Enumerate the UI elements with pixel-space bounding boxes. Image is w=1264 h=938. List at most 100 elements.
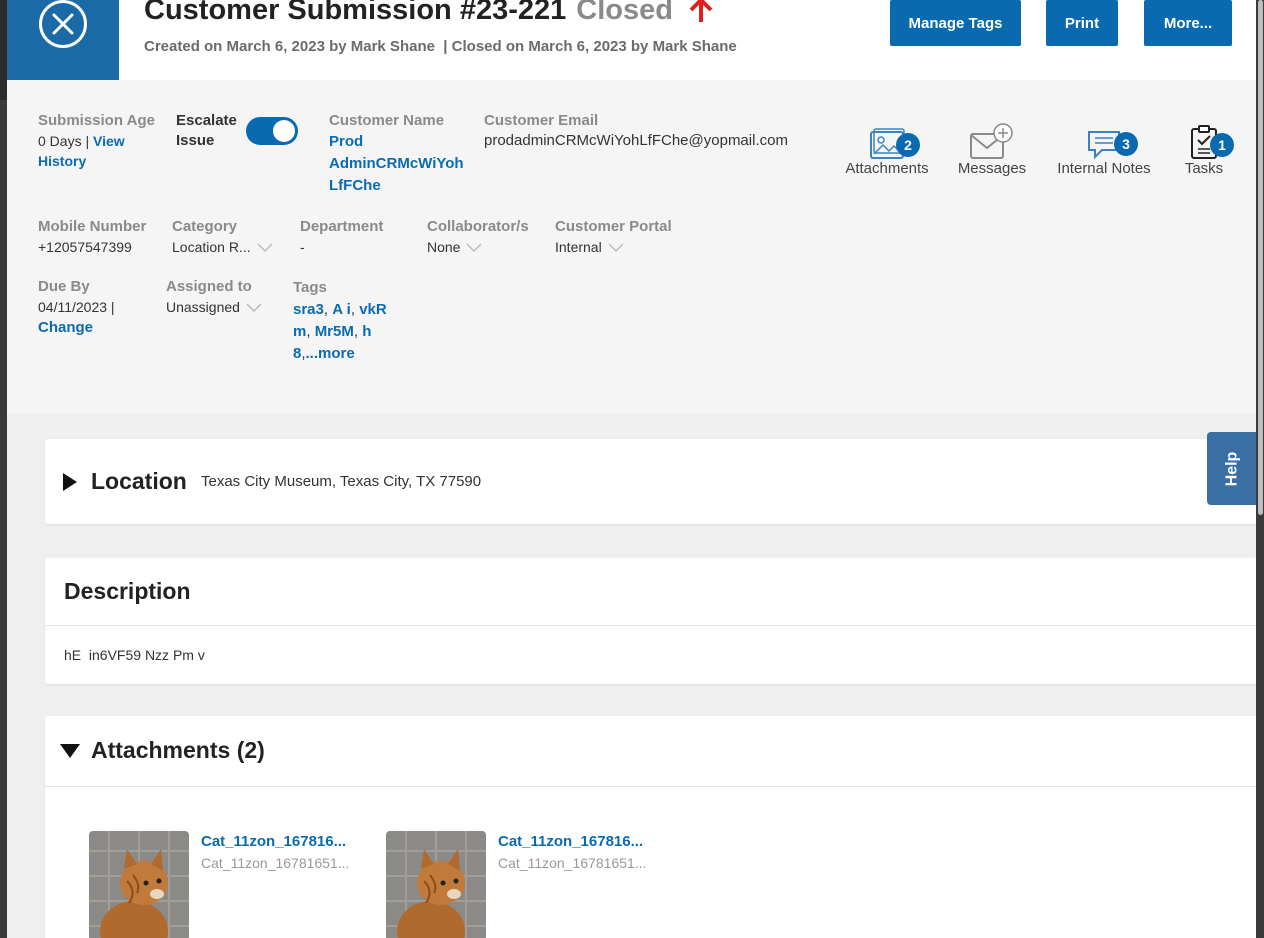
location-title[interactable]: Location (91, 468, 187, 495)
customer-email-field: Customer Email prodadminCRMcWiYohLfFChe@… (484, 111, 788, 151)
category-label: Category (172, 218, 238, 235)
tag-link[interactable]: A i (332, 301, 351, 318)
attachment-thumbnail[interactable] (89, 831, 189, 938)
category-field: Category Location R... (172, 217, 273, 257)
submission-panel: Customer Submission #23-221 Closed Create… (7, 0, 1257, 938)
assigned-field: Assigned to Unassigned (166, 277, 262, 317)
customer-name-line-2[interactable]: AdminCRMcWiYoh (329, 153, 469, 175)
tags-field: Tags sra3, A i, vkR m, Mr5M, h 8,...more (293, 277, 393, 365)
scrollbar-track[interactable] (1256, 0, 1264, 938)
print-button[interactable]: Print (1046, 0, 1118, 46)
left-frame (0, 0, 7, 100)
tasks-action[interactable]: 1 Tasks (1177, 110, 1234, 177)
due-by-value: 04/11/2023 | (38, 299, 115, 315)
messages-action[interactable]: Messages (952, 110, 1032, 177)
tags-label: Tags (293, 279, 327, 296)
chevron-down-icon (246, 303, 262, 313)
help-label: Help (1222, 451, 1240, 486)
portal-dropdown[interactable]: Internal (555, 237, 672, 257)
internal-notes-count-badge: 3 (1114, 132, 1138, 156)
department-label: Department (300, 218, 384, 235)
assigned-label: Assigned to (166, 278, 252, 295)
attachment-filename: Cat_11zon_16781651... (498, 855, 647, 871)
close-icon[interactable] (39, 0, 87, 48)
envelope-plus-icon (970, 123, 1013, 159)
submission-age-value: 0 Days | (38, 133, 90, 149)
tag-link[interactable]: Mr5M (315, 323, 354, 340)
caret-right-icon[interactable] (63, 473, 77, 491)
assigned-value: Unassigned (166, 299, 240, 315)
submission-title: Customer Submission #23-221 (144, 0, 567, 26)
location-value: Texas City Museum, Texas City, TX 77590 (201, 473, 482, 490)
customer-name-line-3[interactable]: LfFChe (329, 175, 469, 197)
header: Customer Submission #23-221 Closed Create… (7, 0, 1257, 80)
department-field: Department - (300, 217, 383, 257)
caret-down-icon[interactable] (60, 744, 80, 758)
customer-name-label: Customer Name (329, 112, 445, 129)
submission-age-field: Submission Age 0 Days | View History (38, 111, 163, 171)
more-tags-link[interactable]: ...more (306, 345, 355, 362)
escalate-label-2: Issue (176, 132, 215, 149)
attachment-name-link[interactable]: Cat_11zon_167816... (201, 833, 346, 850)
description-text: hE in6VF59 Nzz Pm v (64, 647, 205, 663)
attachment-filename: Cat_11zon_16781651... (201, 855, 350, 871)
internal-notes-action[interactable]: 3 Internal Notes (1049, 110, 1159, 177)
due-by-field: Due By 04/11/2023 | Change (38, 277, 115, 338)
created-info: Created on March 6, 2023 by Mark Shane (144, 38, 435, 55)
tag-link[interactable]: m (293, 323, 306, 340)
escalate-label-1: Escalate (176, 112, 237, 129)
chevron-down-icon (608, 243, 624, 253)
attachments-title[interactable]: Attachments (2) (91, 737, 265, 764)
attachment-thumbnail[interactable] (386, 831, 486, 938)
attachments-card: Attachments (2) Cat_11zon_167816... Cat_… (45, 716, 1257, 938)
customer-email-label: Customer Email (484, 112, 599, 129)
category-value: Location R... (172, 239, 251, 255)
submission-age-label: Submission Age (38, 112, 155, 129)
department-value: - (300, 239, 305, 255)
page-title: Customer Submission #23-221 Closed (144, 0, 673, 27)
divider (45, 625, 1257, 626)
assigned-dropdown[interactable]: Unassigned (166, 297, 262, 317)
category-dropdown[interactable]: Location R... (172, 237, 273, 257)
description-card: Description hE in6VF59 Nzz Pm v (45, 558, 1257, 684)
location-card: Location Texas City Museum, Texas City, … (45, 439, 1257, 524)
mobile-label: Mobile Number (38, 218, 147, 235)
tag-link[interactable]: vkR (359, 301, 387, 318)
attachments-action[interactable]: 2 Attachments (837, 110, 937, 177)
customer-name-line-1[interactable]: Prod (329, 131, 469, 153)
collaborators-label: Collaborator/s (427, 218, 529, 235)
portal-label: Customer Portal (555, 218, 672, 235)
help-tab[interactable]: Help (1207, 432, 1257, 505)
collaborators-field: Collaborator/s None (427, 217, 529, 257)
toggle-knob (273, 120, 295, 142)
collaborators-dropdown[interactable]: None (427, 237, 529, 257)
change-due-date-link[interactable]: Change (38, 319, 93, 336)
messages-action-label: Messages (957, 160, 1027, 177)
cat-photo (89, 831, 189, 938)
chevron-down-icon (257, 243, 273, 253)
cat-photo (386, 831, 486, 938)
tag-link[interactable]: 8 (293, 345, 301, 362)
tasks-count-badge: 1 (1210, 133, 1234, 157)
tag-link[interactable]: h (362, 323, 371, 340)
submission-meta: Created on March 6, 2023 by Mark Shane |… (144, 38, 737, 55)
mobile-field: Mobile Number +12057547399 (38, 217, 146, 257)
close-block (7, 0, 119, 80)
divider (45, 786, 1257, 787)
attachment-name-link[interactable]: Cat_11zon_167816... (498, 833, 643, 850)
escalate-toggle[interactable] (246, 117, 298, 145)
details-section: Submission Age 0 Days | View History Esc… (7, 80, 1257, 414)
more-button[interactable]: More... (1144, 0, 1232, 46)
scrollbar-thumb[interactable] (1258, 0, 1263, 515)
portal-value: Internal (555, 239, 602, 255)
tag-link[interactable]: sra3 (293, 301, 324, 318)
description-title: Description (64, 578, 191, 604)
internal-notes-action-label: Internal Notes (1057, 160, 1151, 177)
priority-arrow-icon (689, 0, 713, 22)
portal-field: Customer Portal Internal (555, 217, 672, 257)
chevron-down-icon (466, 243, 482, 253)
attachments-count-badge: 2 (896, 133, 920, 157)
manage-tags-button[interactable]: Manage Tags (890, 0, 1021, 46)
customer-name-field: Customer Name Prod AdminCRMcWiYoh LfFChe (329, 111, 469, 197)
tasks-action-label: Tasks (1184, 160, 1224, 177)
